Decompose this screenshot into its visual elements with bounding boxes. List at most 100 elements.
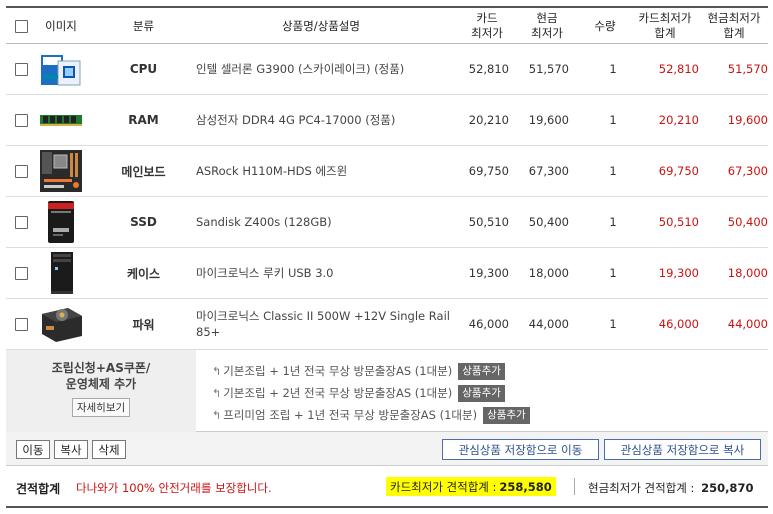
add-product-button[interactable]: 상품추가 (458, 384, 505, 402)
option-item: ↰ 기본조립 + 1년 전국 무상 방문출장AS (1대분) 상품추가 (212, 360, 752, 382)
cash-price: 44,000 (528, 317, 569, 331)
cash-total: 18,000 (727, 266, 768, 280)
cash-total: 19,600 (727, 113, 768, 127)
product-name-link[interactable]: Sandisk Z400s (128GB) (196, 197, 466, 247)
assembly-options-title-line1: 조립신청+AS쿠폰/ (51, 361, 151, 375)
row-checkbox[interactable] (15, 317, 28, 331)
header-qty: 수량 (594, 18, 616, 33)
header-cash-total-line1: 현금최저가 (707, 11, 761, 25)
cpu-box-image[interactable] (35, 44, 87, 94)
cash-price: 19,600 (528, 113, 569, 127)
table-row: SSD Sandisk Z400s (128GB) 50,510 50,400 … (6, 197, 768, 248)
card-total-label: 카드최저가 견적합계 : (390, 479, 497, 494)
row-category: RAM (128, 113, 159, 127)
cash-total: 44,000 (727, 317, 768, 331)
row-category: CPU (129, 62, 158, 76)
cash-total-summary: 현금최저가 견적합계 : 250,870 (588, 480, 753, 496)
add-product-button[interactable]: 상품추가 (458, 362, 505, 380)
header-card-min-line2: 최저가 (471, 26, 503, 40)
power-supply-image[interactable] (35, 299, 87, 349)
product-name-link[interactable]: 인텔 셀러론 G3900 (스카이레이크) (정품) (196, 44, 466, 94)
row-category: SSD (130, 215, 157, 229)
card-total: 46,000 (658, 317, 699, 331)
table-header: 이미지 분류 상품명/상품설명 카드 최저가 현금 최저가 수량 카드최저가 합… (6, 6, 768, 44)
header-cash-min: 현금 최저가 (521, 8, 573, 44)
table-row: 메인보드 ASRock H110M-HDS 에즈윈 69,750 67,300 … (6, 146, 768, 197)
cash-price: 18,000 (528, 266, 569, 280)
header-card-min: 카드 최저가 (461, 8, 513, 44)
cash-total: 51,570 (727, 62, 768, 76)
assembly-options: 조립신청+AS쿠폰/ 운영체제 추가 자세히보기 ↰ 기본조립 + 1년 전국 … (6, 350, 768, 432)
add-product-button[interactable]: 상품추가 (483, 406, 530, 424)
return-arrow-icon: ↰ (212, 386, 222, 400)
quantity[interactable]: 1 (604, 248, 622, 298)
quantity[interactable]: 1 (604, 44, 622, 94)
card-total: 20,210 (658, 113, 699, 127)
header-cash-total: 현금최저가 합계 (700, 8, 768, 44)
pc-case-image[interactable] (35, 248, 87, 298)
card-total-value: 258,580 (499, 479, 552, 494)
card-total: 52,810 (658, 62, 699, 76)
product-name-link[interactable]: ASRock H110M-HDS 에즈윈 (196, 146, 466, 196)
option-item: ↰ 기본조립 + 2년 전국 무상 방문출장AS (1대분) 상품추가 (212, 382, 752, 404)
option-text: 기본조립 + 2년 전국 무상 방문출장AS (1대분) (223, 386, 453, 400)
option-item: ↰ 프리미엄 조립 + 1년 전국 무상 방문출장AS (1대분) 상품추가 (212, 404, 752, 426)
product-name-link[interactable]: 마이크로닉스 루키 USB 3.0 (196, 248, 466, 298)
quantity[interactable]: 1 (604, 146, 622, 196)
cash-total-value: 250,870 (701, 481, 754, 495)
card-price: 69,750 (468, 164, 509, 178)
row-checkbox[interactable] (15, 266, 28, 280)
copy-to-wishlist-button[interactable]: 관심상품 저장함으로 복사 (604, 439, 761, 460)
divider (574, 478, 575, 495)
copy-button[interactable]: 복사 (54, 440, 88, 459)
row-checkbox[interactable] (15, 164, 28, 178)
select-all-checkbox[interactable] (14, 19, 28, 33)
row-checkbox[interactable] (15, 113, 28, 127)
card-price: 46,000 (468, 317, 509, 331)
table-row: 케이스 마이크로닉스 루키 USB 3.0 19,300 18,000 1 19… (6, 248, 768, 299)
estimate-total-label: 견적합계 (16, 482, 61, 496)
cash-price: 67,300 (528, 164, 569, 178)
quantity[interactable]: 1 (604, 299, 622, 349)
header-card-min-line1: 카드 (476, 11, 498, 25)
cash-price: 51,570 (528, 62, 569, 76)
header-cash-min-line2: 최저가 (531, 26, 563, 40)
card-total: 50,510 (658, 215, 699, 229)
ssd-image[interactable] (35, 197, 87, 247)
table-row: RAM 삼성전자 DDR4 4G PC4-17000 (정품) 20,210 1… (6, 95, 768, 146)
estimate-table: 이미지 분류 상품명/상품설명 카드 최저가 현금 최저가 수량 카드최저가 합… (6, 6, 768, 508)
motherboard-image[interactable] (35, 146, 87, 196)
product-name-link[interactable]: 마이크로닉스 Classic II 500W +12V Single Rail … (196, 299, 466, 349)
card-price: 20,210 (468, 113, 509, 127)
assembly-options-title: 조립신청+AS쿠폰/ 운영체제 추가 (6, 350, 196, 392)
option-text: 기본조립 + 1년 전국 무상 방문출장AS (1대분) (223, 364, 453, 378)
return-arrow-icon: ↰ (212, 408, 222, 422)
quantity[interactable]: 1 (604, 95, 622, 145)
delete-button[interactable]: 삭제 (92, 440, 126, 459)
move-button[interactable]: 이동 (16, 440, 50, 459)
ram-module-image[interactable] (35, 95, 87, 145)
header-product: 상품명/상품설명 (282, 18, 360, 33)
product-name-link[interactable]: 삼성전자 DDR4 4G PC4-17000 (정품) (196, 95, 466, 145)
row-checkbox[interactable] (15, 62, 28, 76)
card-total: 19,300 (658, 266, 699, 280)
card-total-summary: 카드최저가 견적합계 : 258,580 (386, 477, 556, 496)
row-category: 케이스 (126, 266, 161, 281)
quantity[interactable]: 1 (604, 197, 622, 247)
assembly-options-title-line2: 운영체제 추가 (65, 377, 137, 391)
header-card-total-line2: 합계 (654, 26, 676, 40)
header-card-total-line1: 카드최저가 (638, 11, 692, 25)
table-row: CPU 인텔 셀러론 G3900 (스카이레이크) (정품) 52,810 51… (6, 44, 768, 95)
action-bar: 이동 복사 삭제 관심상품 저장함으로 이동 관심상품 저장함으로 복사 (6, 432, 768, 466)
card-price: 52,810 (468, 62, 509, 76)
header-image: 이미지 (45, 18, 77, 33)
card-price: 50,510 (468, 215, 509, 229)
cash-price: 50,400 (528, 215, 569, 229)
row-category: 파워 (132, 317, 155, 332)
detail-view-button[interactable]: 자세히보기 (71, 398, 131, 417)
move-to-wishlist-button[interactable]: 관심상품 저장함으로 이동 (442, 439, 599, 460)
cash-total: 67,300 (727, 164, 768, 178)
select-all-checkbox-cell[interactable] (12, 8, 30, 44)
table-row: 파워 마이크로닉스 Classic II 500W +12V Single Ra… (6, 299, 768, 350)
row-checkbox[interactable] (15, 215, 28, 229)
